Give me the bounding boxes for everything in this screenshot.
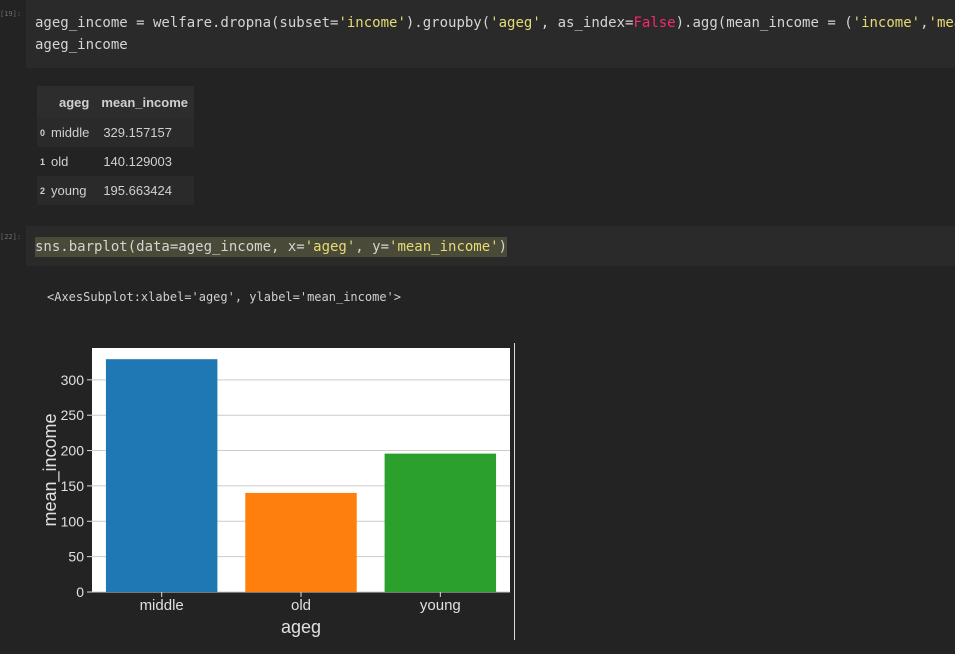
y-tick-label: 50 xyxy=(68,549,84,565)
index-header xyxy=(37,86,50,118)
cell-mean-income: 140.129003 xyxy=(95,147,195,176)
x-tick-label: old xyxy=(291,597,311,614)
x-axis-label: ageg xyxy=(281,617,321,637)
y-axis-label: mean_income xyxy=(40,413,61,526)
code-line-barplot: sns.barplot(data=ageg_income, x='ageg', … xyxy=(35,237,508,257)
cell-mean-income: 329.157157 xyxy=(95,118,195,147)
cell-19-prompt: [19]: xyxy=(0,10,22,18)
y-tick-label: 150 xyxy=(61,478,85,494)
bar-chart: 0 50 100 150 200 250 300 middle old young ageg mean… xyxy=(40,348,510,637)
column-header-mean-income: mean_income xyxy=(95,86,195,118)
code-cell-22[interactable]: sns.barplot(data=ageg_income, x='ageg', … xyxy=(26,226,955,266)
column-header-ageg: ageg xyxy=(49,86,96,118)
code-cell-19[interactable]: ageg_income = welfare.dropna(subset='inc… xyxy=(26,0,955,68)
bar-young xyxy=(384,453,497,592)
y-tick-label: 300 xyxy=(61,372,85,388)
table-row: 2 young 195.663424 xyxy=(37,176,195,205)
cell-22-prompt: [22]: xyxy=(0,233,22,241)
cell-ageg: old xyxy=(49,147,96,176)
cell-ageg: middle xyxy=(49,118,96,147)
code-line-1: ageg_income = welfare.dropna(subset='inc… xyxy=(35,15,955,31)
y-tick-label: 0 xyxy=(76,584,84,600)
table-row: 0 middle 329.157157 xyxy=(37,118,195,147)
cell-mean-income: 195.663424 xyxy=(95,176,195,205)
bar-old xyxy=(245,492,357,592)
row-index: 0 xyxy=(37,118,50,147)
dataframe-header-row: ageg mean_income xyxy=(37,86,195,118)
x-tick-label: middle xyxy=(140,597,184,614)
axes-repr-output: <AxesSubplot:xlabel='ageg', ylabel='mean… xyxy=(47,290,402,304)
y-tick-label: 200 xyxy=(61,443,85,459)
table-row: 1 old 140.129003 xyxy=(37,147,195,176)
output-scroll-divider xyxy=(514,343,515,640)
bar-middle xyxy=(105,359,218,592)
row-index: 2 xyxy=(37,176,50,205)
cell-ageg: young xyxy=(49,176,96,205)
row-index: 1 xyxy=(37,147,50,176)
dataframe-output: ageg mean_income 0 middle 329.157157 1 o… xyxy=(37,86,195,205)
x-tick-label: young xyxy=(420,597,461,614)
code-line-2: ageg_income xyxy=(35,37,128,53)
y-tick-label: 100 xyxy=(61,513,85,529)
y-tick-label: 250 xyxy=(61,407,85,423)
